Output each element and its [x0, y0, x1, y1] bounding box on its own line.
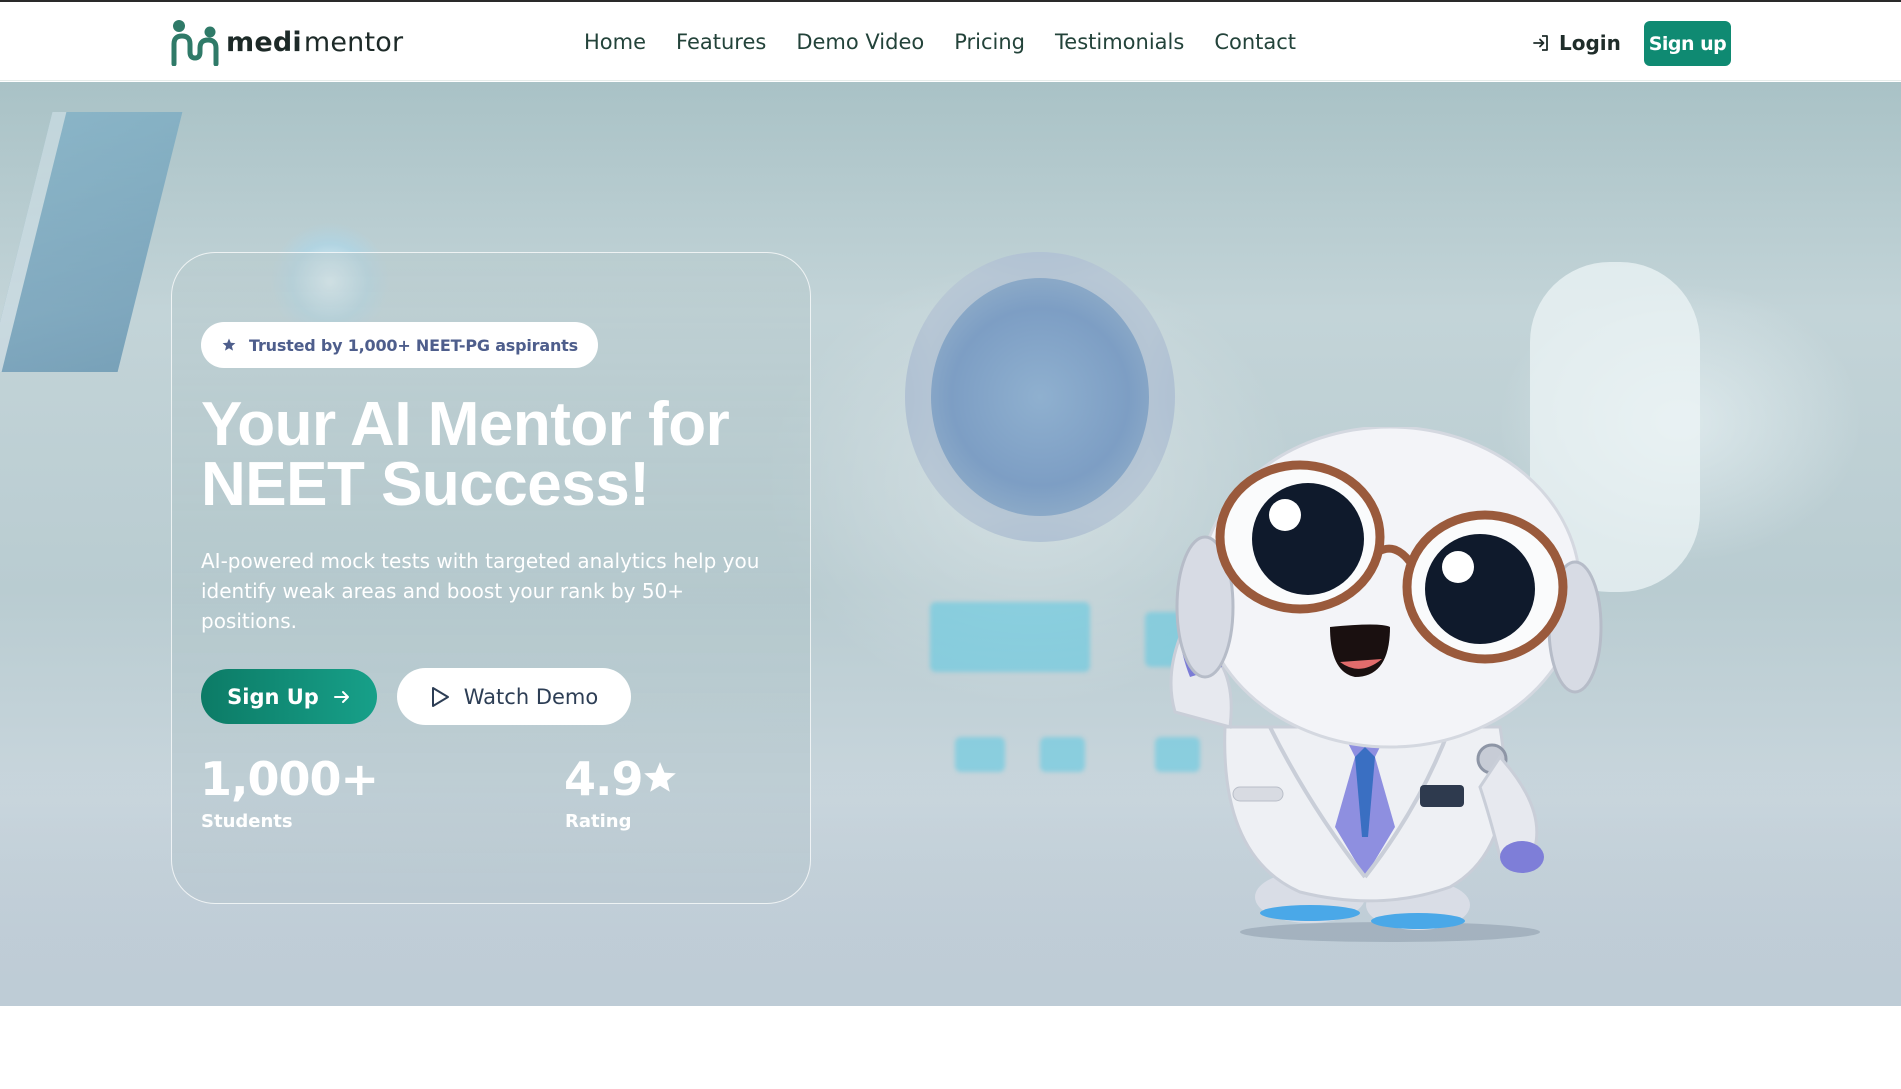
hero-signup-label: Sign Up: [227, 684, 319, 709]
nav-link-testimonials[interactable]: Testimonials: [1055, 30, 1184, 54]
signup-button[interactable]: Sign up: [1644, 21, 1731, 66]
brand-name: medimentor: [226, 26, 404, 58]
rating-star-icon: [644, 762, 676, 792]
hero-headline: Your AI Mentor for NEET Success!: [201, 394, 801, 516]
play-icon: [431, 686, 449, 707]
login-label: Login: [1559, 31, 1621, 55]
arrow-right-icon: [333, 690, 349, 703]
nav-link-contact[interactable]: Contact: [1214, 30, 1296, 54]
stat-rating-value: 4.9: [564, 752, 643, 806]
star-icon: [222, 338, 236, 351]
stat-rating-label: Rating: [565, 811, 632, 832]
watch-demo-button[interactable]: Watch Demo: [397, 668, 631, 725]
trust-badge: Trusted by 1,000+ NEET-PG aspirants: [201, 322, 598, 368]
headline-line-1: Your AI Mentor for: [201, 390, 730, 459]
trust-badge-text: Trusted by 1,000+ NEET-PG aspirants: [249, 335, 578, 355]
hero-subtitle: AI-powered mock tests with targeted anal…: [201, 549, 760, 633]
background-porthole: [905, 252, 1175, 542]
background-window: [0, 112, 183, 372]
background-light-strip-2: [1040, 737, 1085, 772]
headline-line-2: NEET Success!: [201, 450, 650, 519]
nav-link-home[interactable]: Home: [584, 30, 646, 54]
nav-link-features[interactable]: Features: [676, 30, 766, 54]
background-console: [930, 602, 1090, 672]
brand-logo[interactable]: medimentor: [170, 18, 403, 66]
nav-link-pricing[interactable]: Pricing: [954, 30, 1025, 54]
top-nav: medimentor Home Features Demo Video Pric…: [0, 0, 1901, 81]
stat-students-label: Students: [201, 811, 293, 832]
watch-demo-label: Watch Demo: [463, 684, 599, 709]
robot-mascot: [1169, 427, 1603, 942]
background-light-strip: [955, 737, 1005, 772]
nav-links: Home Features Demo Video Pricing Testimo…: [584, 30, 1326, 54]
stat-students-value: 1,000+: [200, 752, 379, 806]
hero-section: Trusted by 1,000+ NEET-PG aspirants Your…: [0, 82, 1901, 1006]
brand-logo-icon: [171, 20, 219, 66]
login-arrow-icon: [1533, 35, 1548, 51]
hero-signup-button[interactable]: Sign Up: [201, 669, 377, 724]
login-button[interactable]: Login: [1531, 31, 1621, 55]
nav-link-demo-video[interactable]: Demo Video: [796, 30, 924, 54]
